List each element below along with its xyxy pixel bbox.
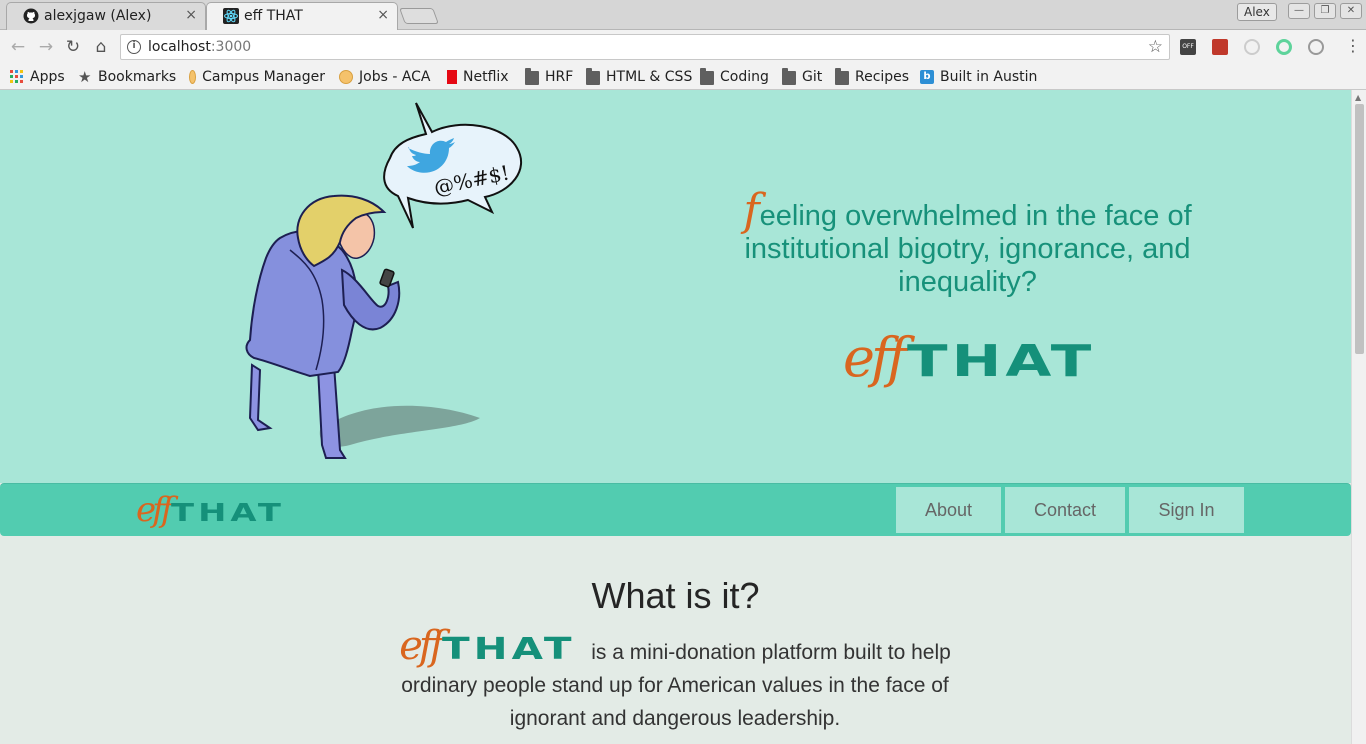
extension-green-icon[interactable]	[1276, 39, 1292, 55]
bookmark-folder-hrf[interactable]: HRF	[525, 67, 573, 87]
menu-kebab-icon[interactable]: ⋮	[1345, 37, 1361, 55]
bookmark-label: Netflix	[463, 69, 509, 85]
browser-toolbar: ← → ↻ ⌂ i localhost:3000 ☆	[0, 30, 1366, 64]
aca-icon	[189, 70, 197, 84]
bookmark-label: Campus Manager	[202, 69, 325, 85]
logo-that: THAT	[171, 498, 286, 527]
maximize-button[interactable]: ❐	[1314, 3, 1336, 19]
hero-logo: eff THAT	[843, 326, 1091, 389]
bookmark-label: Recipes	[855, 69, 910, 85]
bookmark-netflix[interactable]: Netflix	[445, 67, 509, 87]
inline-logo: eff THAT	[399, 623, 585, 669]
info-icon[interactable]: i	[127, 40, 141, 54]
bookmark-built-in-austin[interactable]: b Built in Austin	[920, 67, 1037, 87]
bookmark-label: Apps	[30, 69, 65, 85]
bookmark-label: Bookmarks	[98, 69, 177, 85]
scrollbar-thumb[interactable]	[1355, 104, 1364, 354]
bookmark-campus-manager[interactable]: Campus Manager	[189, 67, 325, 87]
netflix-icon	[447, 70, 457, 84]
page-viewport: @%#$! feeling overwhelmed in the face of…	[0, 90, 1351, 744]
figure-suit	[245, 230, 358, 378]
bookmark-folder-recipes[interactable]: Recipes	[835, 67, 909, 87]
folder-icon	[835, 68, 849, 85]
profile-button[interactable]: Alex	[1237, 3, 1277, 21]
navbar-logo[interactable]: eff THAT	[136, 490, 281, 530]
tab-close-icon[interactable]: ×	[185, 7, 197, 23]
bookmark-label: Built in Austin	[940, 69, 1038, 85]
page-scrollbar[interactable]: ▲	[1351, 90, 1366, 744]
bookmark-label: HTML & CSS	[606, 69, 693, 85]
extension-crosshair-icon[interactable]	[1308, 39, 1324, 55]
built-in-icon: b	[920, 70, 934, 84]
new-tab-button[interactable]	[399, 8, 439, 24]
bookmark-label: Coding	[720, 69, 769, 85]
logo-eff: eff	[399, 623, 444, 669]
close-window-button[interactable]: ✕	[1340, 3, 1362, 19]
tab-title: eff THAT	[244, 8, 303, 24]
aca-icon	[339, 70, 353, 84]
bookmark-folder-html-css[interactable]: HTML & CSS	[586, 67, 692, 87]
bookmark-folder-git[interactable]: Git	[782, 67, 822, 87]
nav-about-link[interactable]: About	[894, 485, 1003, 535]
bookmark-apps[interactable]: Apps	[10, 67, 65, 87]
section-title: What is it?	[591, 575, 760, 616]
home-icon[interactable]: ⌂	[92, 38, 110, 56]
bookmark-bookmarks[interactable]: ★ Bookmarks	[78, 67, 176, 87]
extension-off-icon[interactable]: OFF	[1180, 39, 1196, 55]
folder-icon	[782, 68, 796, 85]
bookmark-label: HRF	[545, 69, 574, 85]
hero-section: @%#$! feeling overwhelmed in the face of…	[0, 90, 1351, 483]
figure-leg-left	[248, 363, 273, 432]
github-icon	[23, 8, 39, 24]
bookmarks-bar: Apps ★ Bookmarks Campus Manager Jobs - A…	[0, 64, 1366, 90]
bookmark-folder-coding[interactable]: Coding	[700, 67, 769, 87]
tab-github[interactable]: alexjgaw (Alex) ×	[6, 2, 206, 30]
apps-grid-icon	[10, 70, 23, 83]
react-icon	[223, 8, 239, 24]
about-description: eff THAT is a mini-donation platform buil…	[395, 623, 955, 735]
folder-icon	[525, 68, 539, 85]
folder-icon	[700, 68, 714, 85]
nav-sign-in-link[interactable]: Sign In	[1127, 485, 1246, 535]
url-host: localhost	[148, 39, 211, 55]
extension-red-icon[interactable]	[1212, 39, 1228, 55]
logo-that: THAT	[906, 336, 1096, 387]
tab-close-icon[interactable]: ×	[377, 7, 389, 23]
headline-text: eeling overwhelmed in the face of instit…	[744, 200, 1192, 298]
hero-headline: feeling overwhelmed in the face of insti…	[715, 189, 1220, 299]
figure-shadow	[319, 405, 480, 447]
url-port: :3000	[210, 39, 252, 55]
address-bar[interactable]: i localhost:3000 ☆	[120, 34, 1170, 60]
back-icon[interactable]: ←	[9, 38, 27, 56]
bookmark-label: Jobs - ACA	[359, 69, 431, 85]
tab-effthat[interactable]: eff THAT ×	[206, 2, 398, 30]
extension-power-icon[interactable]	[1244, 39, 1260, 55]
logo-that: THAT	[442, 632, 577, 667]
hero-illustration: @%#$!	[245, 102, 523, 459]
site-navbar: eff THAT About Contact Sign In	[0, 483, 1351, 536]
tab-strip: alexjgaw (Alex) × eff THAT × Alex — ❐ ✕	[0, 0, 1366, 30]
bookmark-jobs-aca[interactable]: Jobs - ACA	[339, 67, 431, 87]
logo-eff: eff	[843, 326, 907, 389]
bookmark-label: Git	[802, 69, 823, 85]
tab-title: alexjgaw (Alex)	[44, 8, 152, 24]
minimize-button[interactable]: —	[1288, 3, 1310, 19]
logo-eff: eff	[136, 490, 173, 530]
headline-first-letter: f	[743, 185, 760, 236]
forward-icon[interactable]: →	[37, 38, 55, 56]
nav-contact-link[interactable]: Contact	[1003, 485, 1127, 535]
reload-icon[interactable]: ↻	[64, 38, 82, 56]
star-icon: ★	[78, 68, 92, 86]
folder-icon	[586, 68, 600, 85]
scroll-up-icon[interactable]: ▲	[1355, 93, 1361, 102]
bookmark-star-icon[interactable]: ☆	[1148, 37, 1163, 57]
